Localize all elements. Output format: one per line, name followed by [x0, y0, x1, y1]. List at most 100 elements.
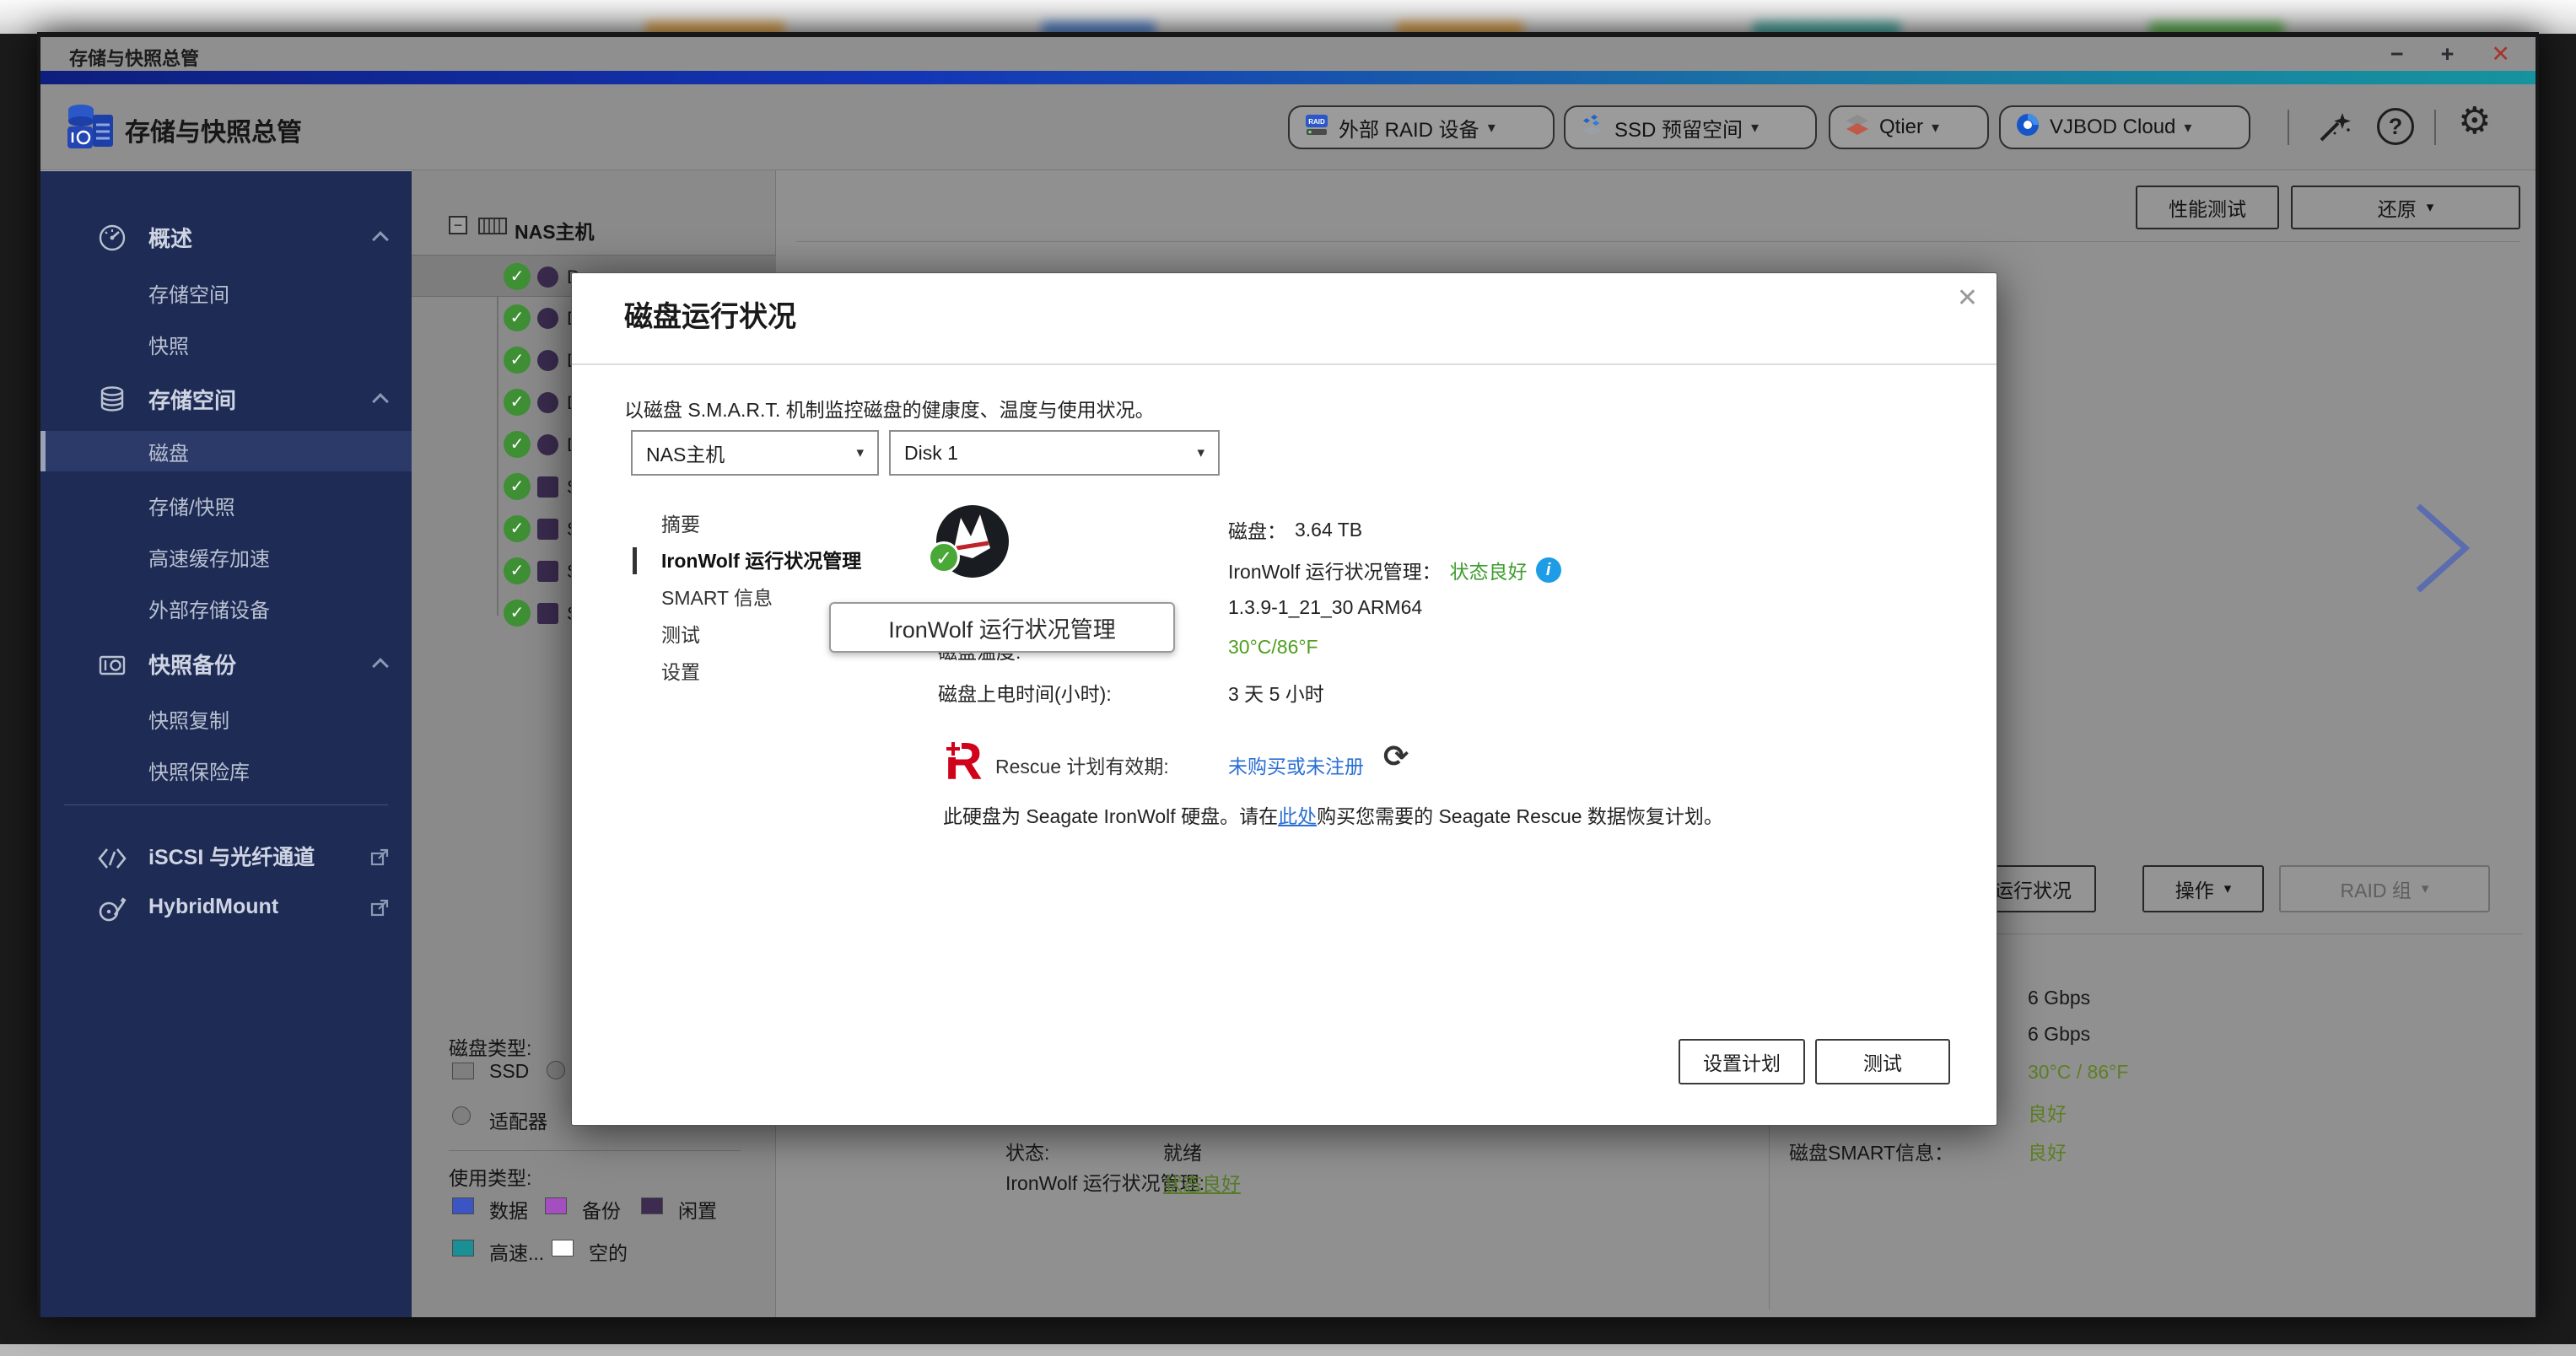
sidebar-item-snapshots-overview[interactable]: 快照 [40, 324, 412, 364]
window-title: 存储与快照总管 [69, 44, 199, 71]
dialog-close-icon[interactable]: ✕ [1957, 283, 1978, 313]
caret-down-icon: ▾ [2427, 199, 2434, 216]
temperature-value: 30°C / 86°F [2028, 1061, 2128, 1084]
legend-cache-label: 高速... [489, 1237, 544, 1266]
enclosure-select-value: NAS主机 [646, 439, 725, 467]
qtier-button[interactable]: Qtier ▾ [1829, 105, 1989, 149]
next-chevron-icon[interactable] [2408, 501, 2476, 600]
sidebar-item-external-storage[interactable]: 外部存储设备 [40, 588, 412, 628]
enclosure-select[interactable]: NAS主机 ▾ [631, 430, 879, 476]
restore-button[interactable]: 还原 ▾ [2291, 186, 2520, 229]
ssd-overprovisioning-icon [1579, 111, 1606, 144]
vjbod-cloud-button[interactable]: VJBOD Cloud ▾ [1999, 105, 2250, 149]
dialog-tab-test[interactable]: 测试 [661, 622, 700, 648]
dialog-tab-smart[interactable]: SMART 信息 [661, 584, 773, 611]
chevron-up-icon[interactable] [372, 393, 389, 410]
desktop-top-strip [0, 0, 2576, 34]
sidebar-item-storage-space-overview[interactable]: 存储空间 [40, 272, 412, 313]
vjbod-cloud-label: VJBOD Cloud [2050, 116, 2175, 139]
help-icon[interactable]: ? [2377, 108, 2414, 145]
sidebar-divider [64, 804, 388, 805]
sidebar-section-overview[interactable]: 概述 [40, 217, 412, 257]
rescue-plan-status-link[interactable]: 未购买或未注册 [1228, 751, 1364, 779]
power-on-hours-value: 3 天 5 小时 [1228, 678, 1324, 707]
legend-backup-swatch [545, 1197, 567, 1214]
close-icon[interactable]: ✕ [2491, 40, 2510, 67]
external-link-icon [369, 898, 390, 924]
set-plan-button[interactable]: 设置计划 [1679, 1039, 1805, 1084]
sidebar-section-storage[interactable]: 存储空间 [40, 379, 412, 419]
ssd-overprovisioning-button[interactable]: SSD 预留空间 ▾ [1564, 105, 1817, 149]
refresh-icon[interactable]: ⟳ [1383, 739, 1409, 774]
qtier-label: Qtier [1879, 116, 1923, 139]
settings-gear-icon[interactable]: ⚙ [2458, 100, 2491, 143]
sidebar-section-snapshot-backup[interactable]: 快照备份 [40, 643, 412, 684]
ihm-status-link[interactable]: 状态良好 [1163, 1168, 1241, 1197]
sidebar-item-disks[interactable]: 磁盘 [40, 431, 412, 471]
dialog-tab-summary[interactable]: 摘要 [661, 511, 700, 538]
maximize-icon[interactable]: + [2441, 40, 2455, 67]
chevron-up-icon[interactable] [372, 658, 389, 675]
ssd-shape-icon [537, 561, 558, 582]
healthy-check-icon: ✓ [504, 389, 531, 416]
sidebar-item-label: 快照 [148, 330, 189, 359]
sidebar-item-hybridmount[interactable]: HybridMount [40, 886, 412, 927]
collapse-icon[interactable]: − [449, 216, 467, 234]
sidebar-item-iscsi-fc[interactable]: iSCSI 与光纤通道 [40, 836, 412, 876]
sidebar-item-snapshot-vault[interactable]: 快照保险库 [40, 750, 412, 790]
caret-down-icon: ▾ [2224, 880, 2232, 897]
workspace-divider [796, 241, 2520, 242]
hdd-shape-icon [537, 434, 558, 455]
window-titlebar[interactable]: 存储与快照总管 − + ✕ [40, 37, 2536, 71]
snapshot-camera-icon [96, 648, 128, 686]
benchmark-button[interactable]: 性能测试 [2136, 186, 2279, 229]
rescue-note: 此硬盘为 Seagate IronWolf 硬盘。请在此处购买您需要的 Seag… [943, 800, 1723, 829]
legend-ssd-swatch [452, 1063, 474, 1079]
ihm-label: IronWolf 运行状况管理： [1228, 556, 1442, 584]
hdd-shape-icon [537, 308, 558, 329]
minimize-icon[interactable]: − [2390, 40, 2404, 67]
ironwolf-logo: ✓ [933, 499, 1013, 579]
sidebar-item-cache-acceleration[interactable]: 高速缓存加速 [40, 536, 412, 577]
ihm-row: IronWolf 运行状况管理： 状态良好 i [1228, 556, 1561, 584]
gauge-icon [96, 222, 128, 260]
raid-group-label: RAID 组 [2341, 874, 2412, 903]
legend-data-swatch [452, 1197, 474, 1214]
caret-down-icon: ▾ [856, 444, 864, 461]
dialog-tab-settings[interactable]: 设置 [661, 659, 700, 686]
ssd-shape-icon [537, 476, 558, 498]
purchase-here-link[interactable]: 此处 [1278, 805, 1317, 827]
dialog-tab-ironwolf[interactable]: IronWolf 运行状况管理 [661, 547, 861, 574]
sidebar-item-snapshot-replica[interactable]: 快照复制 [40, 698, 412, 739]
test-button[interactable]: 测试 [1815, 1039, 1950, 1084]
info-icon[interactable]: i [1536, 557, 1561, 583]
sidebar-item-label: 快照复制 [148, 704, 229, 734]
sidebar-item-label: 存储/快照 [148, 491, 235, 520]
raid-group-button[interactable]: RAID 组 ▾ [2279, 865, 2490, 912]
status-value: 就绪 [1163, 1137, 1202, 1165]
disk-select[interactable]: Disk 1 ▾ [889, 430, 1220, 476]
external-raid-button[interactable]: RAID 外部 RAID 设备 ▾ [1288, 105, 1555, 149]
magic-wand-icon[interactable] [2315, 108, 2353, 151]
storage-disks-icon [96, 384, 128, 422]
health-value: 良好 [2028, 1098, 2067, 1127]
raid-enclosure-icon: RAID [1303, 111, 1330, 144]
sidebar-item-storage-snapshots[interactable]: 存储/快照 [40, 485, 412, 525]
header-separator [2434, 110, 2436, 145]
healthy-check-icon: ✓ [504, 431, 531, 458]
app-logo-icon [64, 100, 116, 158]
power-on-hours-label: 磁盘上电时间(小时): [938, 678, 1112, 707]
action-button[interactable]: 操作 ▾ [2142, 865, 2264, 912]
tree-root-nas[interactable]: − NAS主机 [412, 209, 776, 245]
test-label: 测试 [1863, 1047, 1902, 1076]
port-speed-value: 6 Gbps [2028, 987, 2090, 1009]
external-raid-label: 外部 RAID 设备 [1339, 113, 1479, 143]
caret-down-icon: ▾ [2184, 119, 2191, 137]
legend-data-label: 数据 [489, 1195, 528, 1224]
healthy-check-icon: ✓ [504, 515, 531, 542]
chevron-up-icon[interactable] [372, 231, 389, 248]
caret-down-icon: ▾ [1488, 119, 1495, 137]
app-title: 存储与快照总管 [125, 111, 302, 148]
rescue-note-suffix: 购买您需要的 Seagate Rescue 数据恢复计划。 [1317, 805, 1723, 827]
healthy-check-icon: ✓ [504, 263, 531, 290]
